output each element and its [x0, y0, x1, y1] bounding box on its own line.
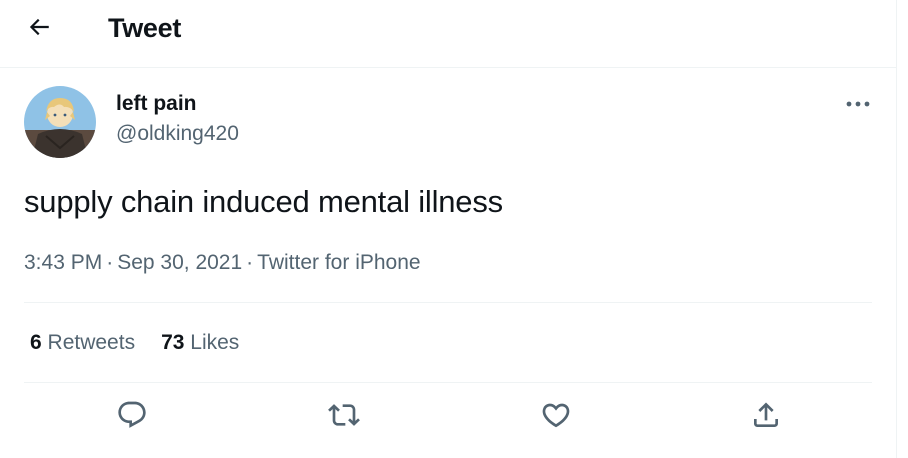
heart-icon: [540, 399, 572, 436]
likes-label: Likes: [190, 331, 240, 354]
tweet-text: supply chain induced mental illness: [24, 184, 503, 219]
share-button[interactable]: [744, 395, 788, 439]
tweet-date[interactable]: Sep 30, 2021: [117, 251, 242, 274]
page-title: Tweet: [108, 13, 182, 43]
likes-count: 73: [161, 331, 185, 354]
like-button[interactable]: [534, 395, 578, 439]
divider: [24, 302, 872, 303]
retweets-stat[interactable]: 6 Retweets: [30, 330, 135, 356]
page-header: Tweet: [0, 0, 896, 68]
column-border: [896, 0, 897, 458]
reply-icon: [116, 399, 148, 436]
likes-stat[interactable]: 73 Likes: [161, 330, 239, 356]
tweet-time[interactable]: 3:43 PM: [24, 251, 102, 274]
author-handle[interactable]: @oldking420: [116, 121, 239, 147]
share-icon: [750, 399, 782, 436]
retweets-label: Retweets: [47, 331, 136, 354]
tweet-actions-bar: [24, 395, 872, 439]
divider: [24, 382, 872, 383]
retweet-button[interactable]: [322, 395, 366, 439]
tweet-source[interactable]: Twitter for iPhone: [257, 251, 420, 274]
more-options-button[interactable]: [838, 90, 878, 120]
avatar[interactable]: [24, 86, 96, 158]
meta-separator: ·: [246, 251, 254, 274]
retweets-count: 6: [30, 331, 42, 354]
tweet-stats: 6 Retweets 73 Likes: [30, 330, 265, 356]
author-display-name[interactable]: left pain: [116, 91, 197, 117]
reply-button[interactable]: [110, 395, 154, 439]
meta-separator: ·: [106, 251, 114, 274]
tweet-metadata: 3:43 PM · Sep 30, 2021 · Twitter for iPhone: [24, 250, 421, 276]
arrow-left-icon: [26, 14, 52, 45]
more-horizontal-icon: [845, 96, 871, 114]
back-button[interactable]: [20, 10, 58, 48]
retweet-icon: [328, 399, 360, 436]
